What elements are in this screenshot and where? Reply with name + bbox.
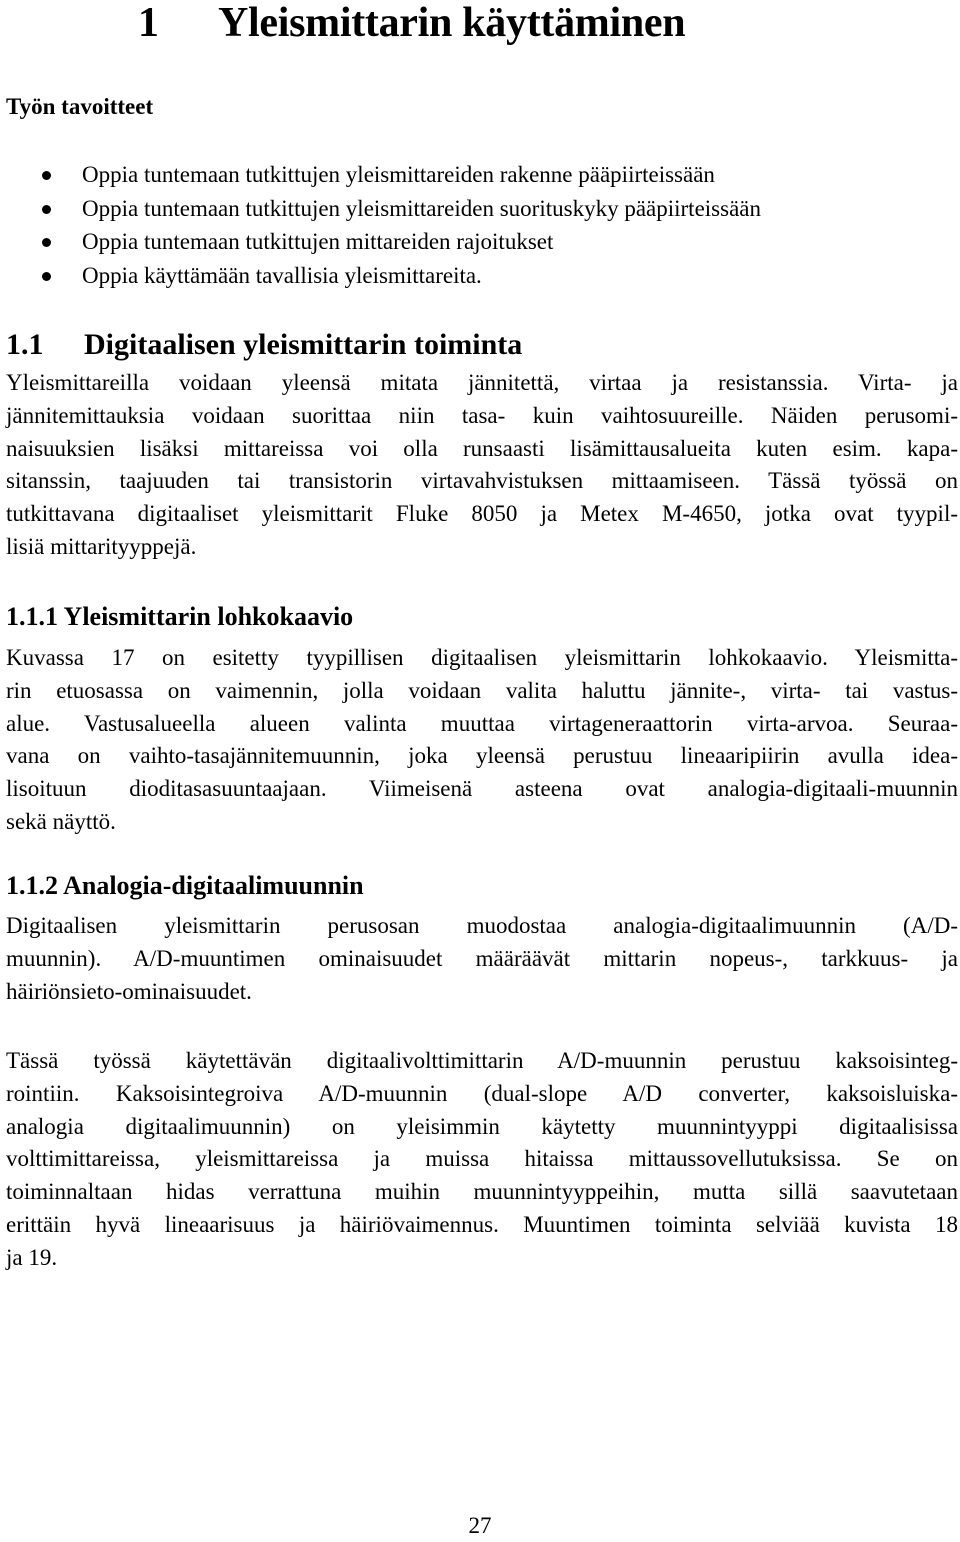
paragraph-line: häiriönsieto-ominaisuudet.: [6, 978, 252, 1004]
paragraph-line: naisuuksien lisäksi mittareissa voi olla…: [6, 435, 958, 461]
paragraph-line: Yleismittareilla voidaan yleensä mitata …: [6, 370, 958, 395]
paragraph-line: vana on vaihto-tasajännitemuunnin, joka …: [6, 743, 958, 769]
bullet-icon: [42, 204, 51, 214]
bullet-icon: [42, 238, 51, 247]
paragraph-line: analogia digitaalimuunnin) on yleisimmin…: [6, 1113, 958, 1139]
bullet-icon: [42, 171, 51, 180]
section-number: 1.1: [6, 328, 44, 361]
paragraph-1-1: Yleismittareilla voidaan yleensä mitata …: [6, 367, 958, 564]
paragraph-line: alue. Vastusalueella alueen valinta muut…: [6, 710, 958, 736]
document-page: 1 Yleismittarin käyttäminen Työn tavoitte…: [0, 0, 960, 1542]
section-heading-1-1-1: 1.1.1 Yleismittarin lohkokaavio: [6, 601, 353, 633]
paragraph-1-1-2-a: Digitaalisen yleismittarin perusosan muo…: [6, 910, 958, 1008]
section-title: Digitaalisen yleismittarin toiminta: [84, 328, 523, 361]
chapter-title-text: Yleismittarin käyttäminen: [218, 0, 686, 46]
section-number: 1.1.1: [6, 602, 58, 631]
section-title: Yleismittarin lohkokaavio: [63, 602, 354, 631]
paragraph-1-1-2-b: Tässä työssä käytettävän digitaalivoltti…: [6, 1045, 958, 1275]
chapter-title: 1 Yleismittarin käyttäminen: [138, 0, 686, 46]
paragraph-line: rointiin. Kaksoisintegroiva A/D-muunnin …: [6, 1080, 958, 1106]
section-heading-1-1-2: 1.1.2 Analogia-digitaalimuunnin: [6, 870, 364, 902]
paragraph-line: rin etuosassa on vaimennin, jolla voidaa…: [6, 677, 958, 703]
paragraph-line: erittäin hyvä lineaarisuus ja häiriövaim…: [6, 1211, 958, 1237]
goal-text: Oppia tuntemaan tutkittujen yleismittare…: [82, 195, 761, 221]
paragraph-line: muunnin). A/D-muuntimen ominaisuudet mää…: [6, 945, 958, 971]
goal-text: Oppia tuntemaan tutkittujen mittareiden …: [82, 229, 554, 254]
section-heading-1-1: 1.1 Digitaalisen yleismittarin toiminta: [6, 327, 522, 363]
paragraph-line: tutkittavana digitaaliset yleismittarit …: [6, 501, 958, 527]
paragraph-line: jännitemittauksia voidaan suorittaa niin…: [6, 402, 958, 428]
paragraph-line: volttimittareissa, yleismittareissa ja m…: [6, 1146, 958, 1172]
goal-text: Oppia tuntemaan tutkittujen yleismittare…: [82, 162, 715, 187]
chapter-number: 1: [138, 0, 159, 46]
section-number: 1.1.2: [6, 871, 58, 900]
paragraph-line: Tässä työssä käytettävän digitaalivoltti…: [6, 1048, 958, 1073]
bullet-icon: [42, 271, 51, 281]
paragraph-line: sitanssin, taajuuden tai transistorin vi…: [6, 468, 958, 494]
paragraph-1-1-1: Kuvassa 17 on esitetty tyypillisen digit…: [6, 642, 958, 839]
paragraph-line: sekä näyttö.: [6, 808, 116, 834]
paragraph-line: toiminnaltaan hidas verrattuna muihin mu…: [6, 1179, 958, 1205]
goals-heading: Työn tavoitteet: [6, 94, 154, 119]
goal-text: Oppia käyttämään tavallisia yleismittare…: [82, 262, 482, 288]
paragraph-line: Kuvassa 17 on esitetty tyypillisen digit…: [6, 645, 958, 670]
paragraph-line: lisoituun dioditasasuuntaajaan. Viimeise…: [6, 776, 958, 802]
paragraph-line: lisiä mittarityyppejä.: [6, 533, 197, 559]
paragraph-line: Digitaalisen yleismittarin perusosan muo…: [6, 913, 958, 938]
section-title: Analogia-digitaalimuunnin: [63, 871, 364, 900]
paragraph-line: ja 19.: [6, 1244, 58, 1270]
page-number: 27: [468, 1513, 492, 1538]
